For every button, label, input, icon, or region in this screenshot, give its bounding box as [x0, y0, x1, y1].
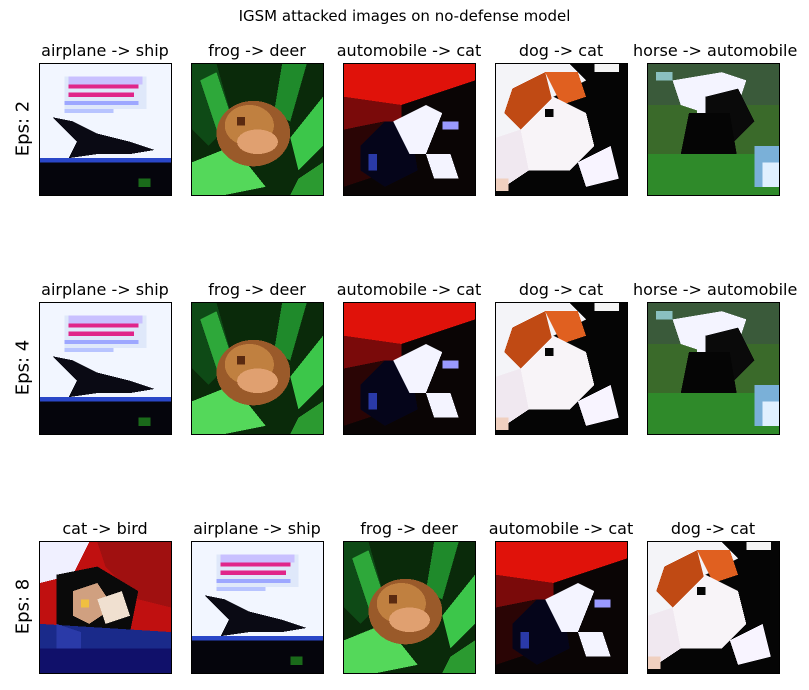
row-label-eps-8: Eps: 8	[12, 578, 34, 635]
image-tile	[191, 63, 324, 196]
image-tile	[495, 63, 628, 196]
row-label-eps-2: Eps: 2	[12, 100, 34, 157]
cell-title: cat -> bird	[62, 519, 148, 538]
cell-title: airplane -> ship	[41, 280, 169, 299]
cell-title: frog -> deer	[208, 41, 306, 60]
image-tile	[343, 63, 476, 196]
cell-title: frog -> deer	[360, 519, 458, 538]
image-tile	[39, 541, 172, 674]
cell-title: frog -> deer	[208, 280, 306, 299]
cell-title: dog -> cat	[670, 519, 756, 538]
image-tile	[495, 541, 628, 674]
image-tile	[343, 302, 476, 435]
image-tile	[647, 63, 780, 196]
image-tile	[191, 302, 324, 435]
figure-title: IGSM attacked images on no-defense model	[238, 7, 571, 25]
cell-title: automobile -> cat	[336, 41, 482, 60]
cell-title: airplane -> ship	[193, 519, 321, 538]
cell-title: horse -> automobile	[633, 41, 798, 60]
row-label-eps-4: Eps: 4	[12, 339, 34, 396]
cell-title: dog -> cat	[518, 280, 604, 299]
image-tile	[343, 541, 476, 674]
image-tile	[39, 302, 172, 435]
image-tile	[495, 302, 628, 435]
image-tile	[647, 541, 780, 674]
cell-title: airplane -> ship	[41, 41, 169, 60]
image-tile	[39, 63, 172, 196]
image-tile	[191, 541, 324, 674]
cell-title: dog -> cat	[518, 41, 604, 60]
cell-title: automobile -> cat	[488, 519, 634, 538]
cell-title: horse -> automobile	[633, 280, 798, 299]
cell-title: automobile -> cat	[336, 280, 482, 299]
image-tile	[647, 302, 780, 435]
